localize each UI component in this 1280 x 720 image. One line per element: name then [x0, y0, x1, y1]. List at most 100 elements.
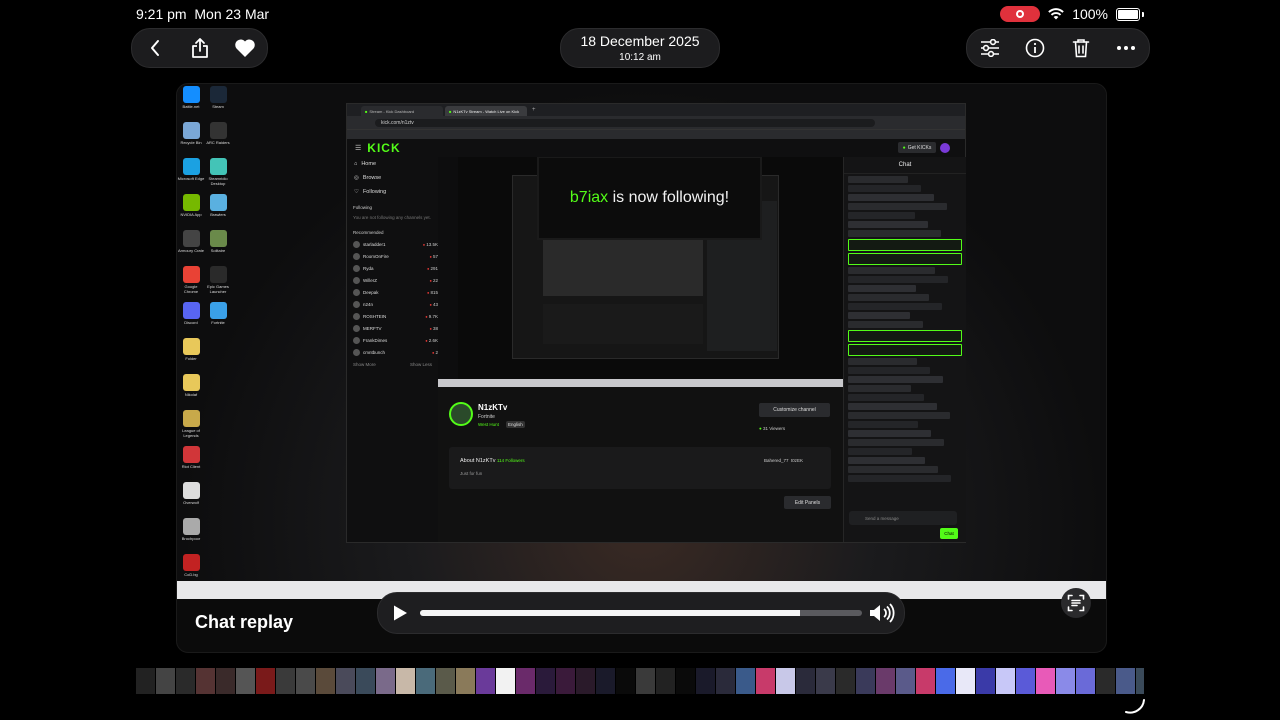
- social-instagram[interactable]: t0zEK: [791, 458, 803, 463]
- favorite-button[interactable]: [230, 33, 260, 63]
- channel-language-tag[interactable]: English: [506, 421, 525, 428]
- recommended-channel[interactable]: WillerZ 22: [347, 274, 438, 286]
- desktop-icon[interactable]: Steam: [204, 86, 232, 109]
- desktop-icon[interactable]: ARC Raiders: [204, 122, 232, 145]
- desktop-icon[interactable]: Riot Client: [177, 446, 205, 469]
- filmstrip-thumbnail[interactable]: [876, 668, 895, 694]
- desktop-icon[interactable]: Microsoft Edge: [177, 158, 205, 181]
- recommended-channel[interactable]: Ryda 291: [347, 262, 438, 274]
- filmstrip-thumbnail[interactable]: [596, 668, 615, 694]
- kick-logo[interactable]: KICK: [367, 141, 400, 155]
- desktop-icon[interactable]: Steamridio Desktop: [204, 158, 232, 186]
- filmstrip-thumbnail[interactable]: [1116, 668, 1135, 694]
- chat-input[interactable]: Send a message: [849, 511, 957, 525]
- recommended-channel[interactable]: Deepak 815: [347, 286, 438, 298]
- channel-avatar[interactable]: [449, 402, 473, 426]
- filmstrip-thumbnail[interactable]: [1036, 668, 1055, 694]
- desktop-icon[interactable]: Solitaire: [204, 230, 232, 253]
- recommended-channel[interactable]: ROSHTEIN 9.7K: [347, 310, 438, 322]
- filmstrip-thumbnail[interactable]: [936, 668, 955, 694]
- filmstrip-thumbnail[interactable]: [476, 668, 495, 694]
- nav-browse[interactable]: ◎ Browse: [347, 171, 438, 185]
- filmstrip-thumbnail[interactable]: [376, 668, 395, 694]
- filmstrip-thumbnail[interactable]: [636, 668, 655, 694]
- recommended-channel[interactable]: n24n 43: [347, 298, 438, 310]
- filmstrip-thumbnail[interactable]: [556, 668, 575, 694]
- stream-player[interactable]: b7iax is now following!: [438, 157, 844, 387]
- filmstrip-thumbnail[interactable]: [156, 668, 175, 694]
- channel-game[interactable]: Fortnite: [478, 414, 495, 420]
- desktop-icon[interactable]: Armoury Crate: [177, 230, 205, 253]
- filmstrip-thumbnail[interactable]: [1076, 668, 1095, 694]
- social-links[interactable]: Bahered_77 t0zEK: [764, 458, 803, 463]
- filmstrip-thumbnail[interactable]: [956, 668, 975, 694]
- filmstrip-thumbnail[interactable]: [196, 668, 215, 694]
- menu-icon[interactable]: ☰: [355, 144, 361, 152]
- desktop-icon[interactable]: Discord: [177, 302, 205, 325]
- filmstrip-thumbnail[interactable]: [136, 668, 155, 694]
- info-button[interactable]: [1020, 33, 1050, 63]
- tab-stream[interactable]: ■ N1zKTv Stream - Watch Live on Kick: [445, 106, 527, 116]
- filmstrip-thumbnail[interactable]: [756, 668, 775, 694]
- back-button[interactable]: [140, 33, 170, 63]
- nav-following[interactable]: ♡ Following: [347, 185, 438, 199]
- filmstrip-thumbnail[interactable]: [176, 668, 195, 694]
- filmstrip-thumbnail[interactable]: [356, 668, 375, 694]
- filmstrip-thumbnail[interactable]: [976, 668, 995, 694]
- filmstrip-thumbnail[interactable]: [256, 668, 275, 694]
- edit-panels-button[interactable]: Edit Panels: [784, 496, 831, 509]
- filmstrip-thumbnail[interactable]: [676, 668, 695, 694]
- filmstrip-thumbnail[interactable]: [436, 668, 455, 694]
- desktop-icon[interactable]: Nikolaf: [177, 374, 205, 397]
- url-field[interactable]: kick.com/n1ztv: [375, 118, 875, 127]
- show-less-link[interactable]: Show Less: [410, 362, 432, 367]
- recommended-channel[interactable]: RoomOnFire 57: [347, 250, 438, 262]
- channel-name[interactable]: N1zKTv: [478, 403, 507, 412]
- live-text-button[interactable]: [1061, 588, 1091, 618]
- desktop-icon[interactable]: Folder: [177, 338, 205, 361]
- filmstrip-thumbnail[interactable]: [496, 668, 515, 694]
- filmstrip-thumbnail[interactable]: [836, 668, 855, 694]
- filmstrip-thumbnail[interactable]: [516, 668, 535, 694]
- desktop-icon[interactable]: Recycle Bin: [177, 122, 205, 145]
- share-button[interactable]: [185, 33, 215, 63]
- desktop-icon[interactable]: League of Legends: [177, 410, 205, 438]
- nav-home[interactable]: ⌂ Home: [347, 157, 438, 171]
- volume-button[interactable]: [868, 602, 896, 629]
- recommended-channel[interactable]: starladder1 13.5K: [347, 238, 438, 250]
- filmstrip-thumbnail[interactable]: [896, 668, 915, 694]
- social-x[interactable]: Bahered_77: [764, 458, 789, 463]
- filmstrip-thumbnail[interactable]: [696, 668, 715, 694]
- desktop-icon[interactable]: Brawlers: [204, 194, 232, 217]
- capture-date-pill[interactable]: 18 December 2025 10:12 am: [560, 28, 720, 68]
- show-more-link[interactable]: Show More: [353, 362, 376, 367]
- chat-send-button[interactable]: Chat: [940, 528, 958, 539]
- filmstrip-thumbnail[interactable]: [656, 668, 675, 694]
- filmstrip-thumbnail[interactable]: [616, 668, 635, 694]
- filmstrip-thumbnail[interactable]: [316, 668, 335, 694]
- filmstrip-thumbnail[interactable]: [1096, 668, 1115, 694]
- filmstrip-thumbnail[interactable]: [296, 668, 315, 694]
- desktop-icon[interactable]: Google Chrome: [177, 266, 205, 294]
- new-tab-icon[interactable]: +: [532, 107, 536, 113]
- filmstrip-thumbnail[interactable]: [996, 668, 1015, 694]
- filmstrip-thumbnail[interactable]: [1056, 668, 1075, 694]
- screen-record-indicator[interactable]: [1000, 6, 1041, 22]
- filmstrip-thumbnail[interactable]: [276, 668, 295, 694]
- filmstrip-thumbnail[interactable]: [856, 668, 875, 694]
- filmstrip-thumbnail[interactable]: [576, 668, 595, 694]
- filmstrip-thumbnail[interactable]: [736, 668, 755, 694]
- desktop-icon[interactable]: CoD.bg: [177, 554, 205, 577]
- filmstrip-thumbnail[interactable]: [776, 668, 795, 694]
- recommended-channel[interactable]: cmntbunch 2: [347, 346, 438, 358]
- desktop-icon[interactable]: Battle.net: [177, 86, 205, 109]
- filmstrip-thumbnail[interactable]: [536, 668, 555, 694]
- channel-tag[interactable]: West Hunt: [478, 422, 499, 427]
- filmstrip-thumbnail[interactable]: [1136, 668, 1144, 694]
- recommended-channel[interactable]: MERFTV 38: [347, 322, 438, 334]
- filmstrip-thumbnail[interactable]: [1016, 668, 1035, 694]
- desktop-icon[interactable]: Overwolf: [177, 482, 205, 505]
- desktop-icon[interactable]: NVIDIA App: [177, 194, 205, 217]
- filmstrip-thumbnail[interactable]: [796, 668, 815, 694]
- media-viewer[interactable]: Battle.net Steam Recycle Bin ARC Raiders Mic…: [176, 83, 1107, 653]
